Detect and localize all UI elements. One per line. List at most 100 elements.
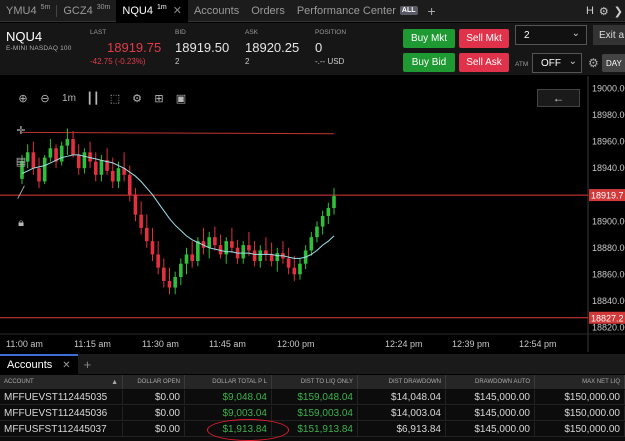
candle-body [133,194,138,215]
ask-size: 2 [245,57,250,66]
price-chart[interactable]: 19000.0018980.0018960.0018940.0018920.00… [0,76,625,352]
cell-dollar-open: $0.00 [123,390,185,404]
layout-icon[interactable]: ▣ [172,89,190,107]
candle-body [37,168,41,182]
candle-body [298,263,302,275]
column-header-max-net-liq[interactable]: MAX NET LIQ [535,375,625,389]
exit-button[interactable]: Exit a [593,25,625,45]
price-tick-label: 19000.00 [592,84,625,94]
time-tick-label: 11:30 am [142,339,179,349]
candle-body [247,245,251,251]
column-header-dist-to-liq[interactable]: DIST TO LIQ ONLY [272,375,358,389]
add-tab-icon[interactable]: + [424,3,440,19]
tab-nqu4[interactable]: NQU4 1m ✕ [116,0,188,22]
cell-total-pl: $1,913.84 [185,422,272,436]
tab-label: Accounts [7,359,53,371]
atm-select[interactable]: OFF ⌄ [532,53,582,73]
atm-value: OFF [541,57,561,69]
buy-market-button[interactable]: Buy Mkt [403,29,455,48]
price-tick-label: 18820.00 [592,322,625,332]
position-label: POSITION [315,29,347,36]
candle-body [207,237,211,248]
tab-ymu4[interactable]: YMU4 5m [0,0,56,22]
close-icon[interactable]: ✕ [173,4,182,17]
tab-performance-center[interactable]: Performance Center ALL [291,0,424,22]
objects-icon[interactable]: ⊞ [150,89,168,107]
candle-body [315,226,319,238]
atm-settings-icon[interactable]: ⚙ [588,56,599,70]
candle-type-icon[interactable]: ┃┃ [84,89,102,107]
tab-gcz4[interactable]: GCZ4 30m [57,0,116,22]
last-price-tag: 18919.7 [591,191,624,201]
home-icon[interactable]: H [586,5,594,17]
quantity-value: 2 [524,29,530,41]
gear-icon[interactable]: ⚙ [599,5,609,18]
add-panel-icon[interactable]: + [78,357,98,372]
column-header-dollar-open[interactable]: DOLLAR OPEN [123,375,185,389]
cell-dist-drawdown: $6,913.84 [358,422,446,436]
price-tick-label: 18980.00 [592,110,625,120]
top-tab-bar: YMU4 5m GCZ4 30m NQU4 1m ✕ Accounts Order… [0,0,625,22]
sell-ask-button[interactable]: Sell Ask [459,53,509,72]
quantity-select[interactable]: 2 ⌄ [515,25,587,45]
back-arrow-button[interactable]: ← [537,89,580,107]
day-button[interactable]: DAY [602,54,625,72]
table-row[interactable]: MFFUEVST112445035 $0.00 $9,048.04 $159,0… [0,390,625,405]
column-header-drawdown-auto[interactable]: DRAWDOWN AUTO [446,375,535,389]
bid-size: 2 [175,57,180,66]
price-tick-label: 18900.00 [592,216,625,226]
column-header-dist-drawdown[interactable]: DIST DRAWDOWN [358,375,446,389]
column-header-total-pl[interactable]: DOLLAR TOTAL P L [185,375,272,389]
crosshair-icon[interactable]: ✛ [12,121,30,139]
last-price: 18919.75 [107,40,162,55]
zoom-in-icon[interactable]: ⊕ [14,89,32,107]
ask-price: 18920.25 [245,40,300,55]
candle-body [76,154,81,169]
chart-canvas[interactable]: 19000.0018980.0018960.0018940.0018920.00… [0,76,625,352]
last-label: LAST [90,29,107,36]
candle-body [179,263,183,277]
interval-button[interactable]: 1m [58,89,80,107]
table-row[interactable]: MFFUSFST112445037 $0.00 $1,913.84 $151,9… [0,422,625,437]
cell-drawdown-auto: $145,000.00 [446,406,535,420]
lock-icon[interactable]: 🔒︎ [12,214,30,232]
select-area-icon[interactable]: ⬚ [106,89,124,107]
notes-icon[interactable]: ▤ [12,152,30,170]
accounts-tab-bar: Accounts ✕ + [0,354,625,374]
candle-body [167,280,172,288]
close-icon[interactable]: ✕ [62,360,70,371]
buy-bid-button[interactable]: Buy Bid [403,53,455,72]
candle-body [173,276,177,288]
tab-label: Performance Center [296,4,396,17]
settings-icon[interactable]: ⚙ [128,89,146,107]
column-header-account[interactable]: ACCOUNT ▲ [0,375,123,389]
candle-body [326,208,331,216]
accounts-table: ACCOUNT ▲ DOLLAR OPEN DOLLAR TOTAL P L DI… [0,375,625,441]
zoom-out-icon[interactable]: ⊖ [36,89,54,107]
tab-accounts-panel[interactable]: Accounts ✕ [0,354,78,374]
table-row[interactable]: MFFUEVST112445036 $0.00 $9,003.04 $159,0… [0,406,625,421]
price-tick-label: 18840.00 [592,296,625,306]
candle-body [252,250,257,262]
candle-body [292,267,297,275]
chevron-down-icon: ⌄ [568,56,577,67]
candle-body [139,214,143,228]
cell-dollar-open: $0.00 [123,406,185,420]
symbol-name[interactable]: NQU4 [6,29,42,44]
time-tick-label: 12:24 pm [385,339,423,349]
cell-max-net-liq: $150,000.00 [535,422,625,436]
arrow-right-icon[interactable]: ❯ [614,5,623,18]
ask-label: ASK [245,29,259,36]
moving-average-line [21,154,335,259]
cell-dist-to-liq: $151,913.84 [272,422,358,436]
draw-line-icon[interactable]: ╱ [12,183,30,201]
tab-orders[interactable]: Orders [245,0,291,22]
atm-label: ATM [515,61,529,68]
sell-market-button[interactable]: Sell Mkt [459,29,509,48]
tab-label: YMU4 [6,4,37,17]
tab-interval: 1m [157,4,167,11]
tab-accounts[interactable]: Accounts [188,0,245,22]
candle-body [65,139,70,146]
sort-arrow-icon: ▲ [111,378,118,386]
time-tick-label: 11:45 am [209,339,246,349]
